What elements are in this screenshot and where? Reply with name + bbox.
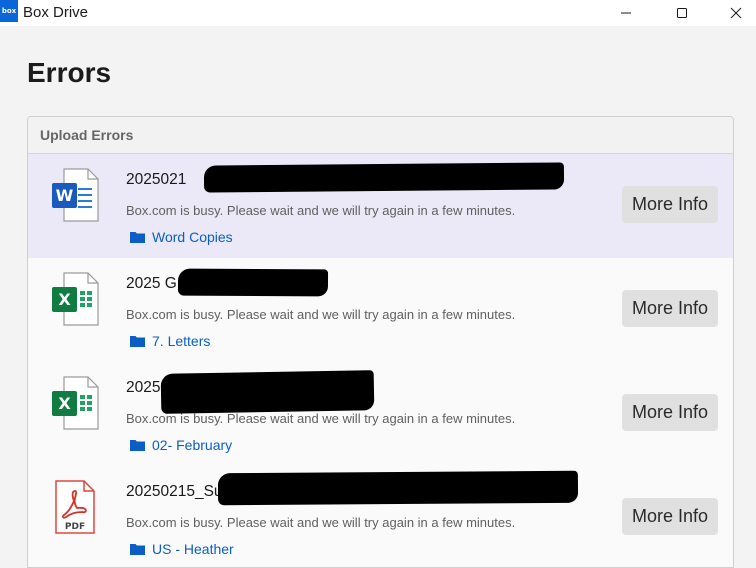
pdf-file-icon: PDF	[55, 480, 95, 534]
minimize-icon	[621, 12, 631, 14]
folder-name: 02- February	[152, 437, 233, 453]
more-info-button[interactable]: More Info	[622, 290, 718, 327]
error-message: Box.com is busy. Please wait and we will…	[126, 515, 516, 530]
svg-text:W: W	[56, 186, 74, 205]
folder-name: 7. Letters	[152, 333, 211, 349]
excel-file-icon: X	[52, 272, 99, 326]
file-name: 2025 G	[126, 275, 177, 292]
panel-header: Upload Errors	[28, 117, 733, 154]
svg-text:X: X	[58, 394, 71, 413]
error-message: Box.com is busy. Please wait and we will…	[126, 307, 516, 322]
page-title: Errors	[27, 57, 112, 88]
folder-link[interactable]: 02- February	[130, 437, 232, 453]
more-info-button[interactable]: More Info	[622, 394, 718, 431]
main-content: Errors Upload Errors W 2025021 Box.com i…	[3, 26, 756, 568]
svg-text:X: X	[58, 290, 71, 309]
redaction-mark	[203, 162, 565, 193]
maximize-button[interactable]	[659, 0, 705, 26]
redaction-mark	[177, 268, 329, 297]
svg-text:PDF: PDF	[65, 522, 85, 532]
minimize-button[interactable]	[603, 0, 649, 26]
more-info-button[interactable]: More Info	[622, 186, 718, 223]
folder-link[interactable]: US - Heather	[130, 541, 234, 557]
upload-errors-panel: Upload Errors W 2025021 Box.com is busy.…	[27, 116, 734, 568]
folder-name: Word Copies	[152, 229, 233, 245]
folder-icon	[130, 232, 145, 243]
word-file-icon: W	[52, 168, 99, 222]
error-list-item[interactable]: X 2025 G Box.com is busy. Please wait an…	[28, 258, 733, 362]
file-name: 2025021	[126, 171, 187, 188]
excel-file-icon: X	[52, 376, 99, 430]
error-message: Box.com is busy. Please wait and we will…	[126, 411, 516, 426]
folder-name: US - Heather	[152, 541, 234, 557]
more-info-button[interactable]: More Info	[622, 498, 718, 535]
folder-icon	[130, 336, 145, 347]
maximize-icon	[677, 8, 687, 18]
error-message: Box.com is busy. Please wait and we will…	[126, 203, 516, 218]
folder-icon	[130, 544, 145, 555]
file-name: 2025	[126, 379, 161, 396]
window-title: Box Drive	[23, 4, 89, 21]
folder-link[interactable]: 7. Letters	[130, 333, 210, 349]
redaction-mark	[160, 370, 375, 414]
title-bar: box Box Drive	[0, 0, 756, 26]
folder-icon	[130, 440, 145, 451]
close-icon	[730, 7, 742, 19]
file-name: 20250215_Su	[126, 483, 223, 500]
close-button[interactable]	[713, 0, 756, 26]
box-logo-icon: box	[0, 0, 18, 22]
redaction-mark	[217, 470, 579, 506]
folder-link[interactable]: Word Copies	[130, 229, 233, 245]
error-list-item[interactable]: W 2025021 Box.com is busy. Please wait a…	[28, 154, 733, 258]
error-list-item[interactable]: X 2025 Box.com is busy. Please wait and …	[28, 362, 733, 466]
